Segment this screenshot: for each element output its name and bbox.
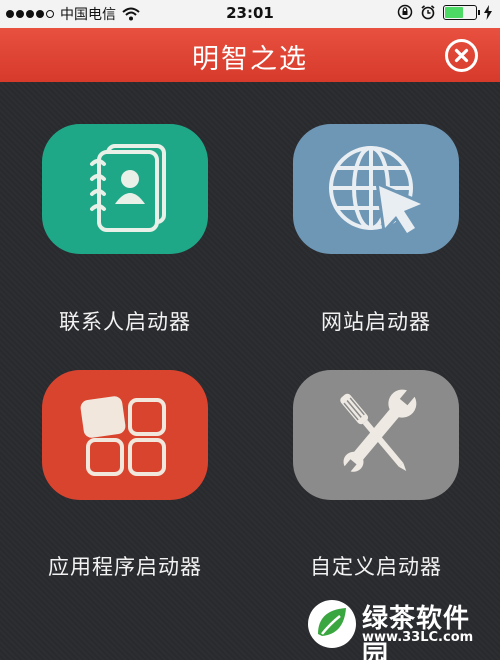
watermark-url: www.33LC.com [362, 630, 474, 645]
alarm-clock-icon [421, 5, 435, 20]
rotation-lock-icon [397, 4, 413, 20]
close-icon [454, 48, 469, 63]
charging-bolt-icon [484, 4, 492, 20]
watermark-name: 绿茶软件园 [362, 604, 471, 660]
custom-launcher-label: 自定义启动器 [310, 555, 442, 579]
app-launcher-button[interactable] [42, 370, 208, 500]
close-button[interactable] [445, 39, 478, 72]
battery-icon [443, 4, 480, 20]
title-bar: 明智之选 [0, 28, 500, 82]
app-launcher-label: 应用程序启动器 [48, 555, 202, 579]
tools-icon [340, 386, 418, 476]
app-grid-icon [80, 396, 166, 476]
website-launcher-button[interactable] [293, 124, 459, 254]
contacts-launcher-label: 联系人启动器 [59, 310, 191, 334]
contacts-book-icon [90, 144, 166, 232]
site-watermark: 绿茶软件园 www.33LC.com [304, 594, 494, 660]
contacts-launcher-button[interactable] [42, 124, 208, 254]
leaf-logo-icon [308, 600, 356, 648]
custom-launcher-button[interactable] [293, 370, 459, 500]
globe-cursor-icon [329, 146, 429, 238]
status-bar: 中国电信 23:01 [0, 0, 500, 28]
website-launcher-label: 网站启动器 [321, 310, 431, 334]
page-title: 明智之选 [192, 44, 308, 75]
